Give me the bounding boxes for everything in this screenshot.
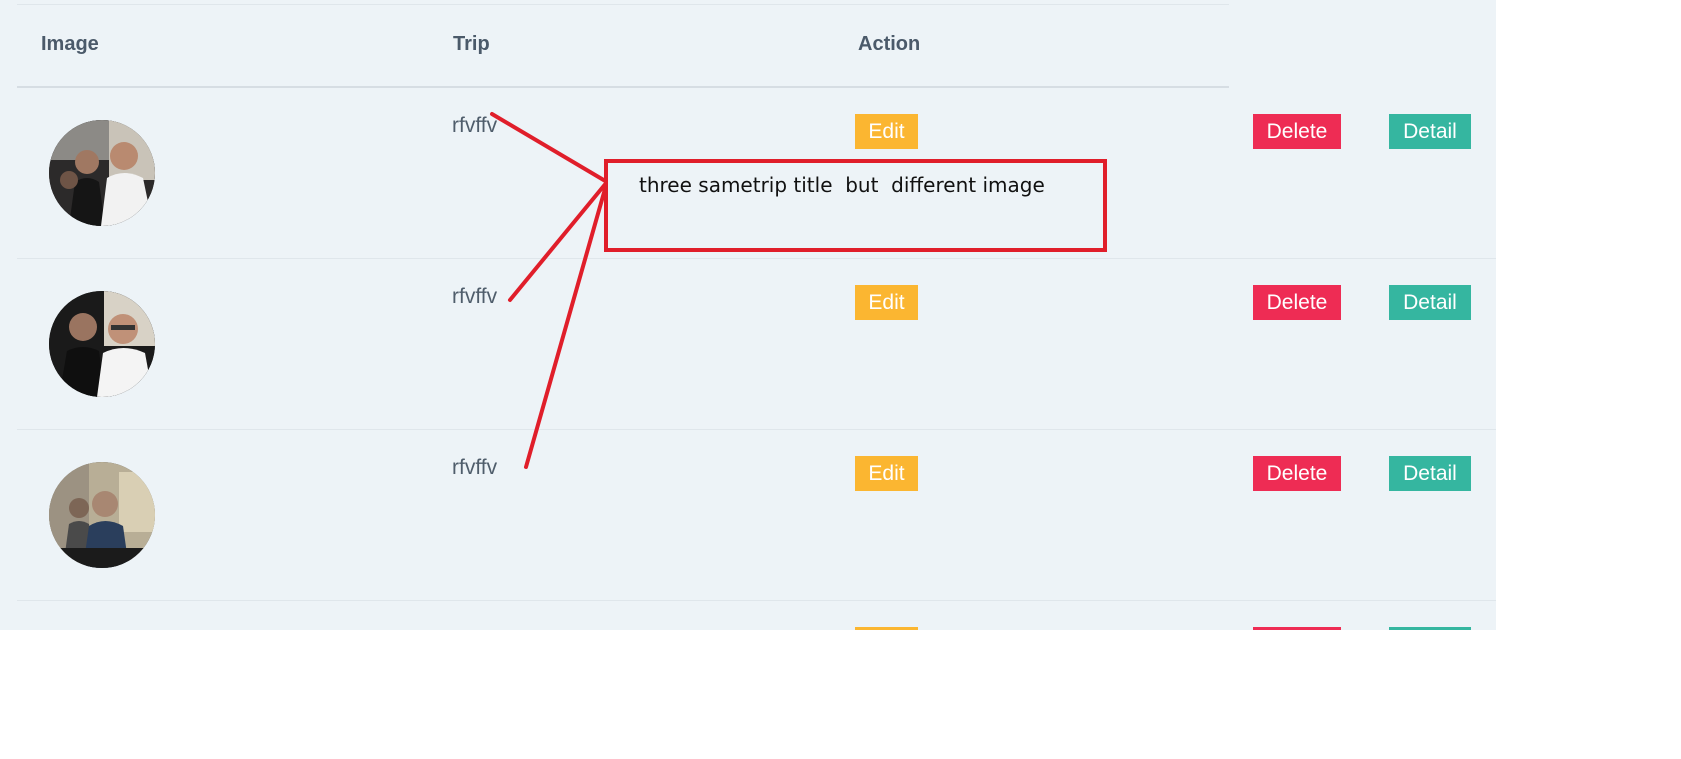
detail-button[interactable]: Detail (1389, 114, 1471, 149)
header-action: Action (858, 33, 921, 55)
annotation-text: three sametrip title but different image (639, 173, 1045, 197)
detail-button[interactable] (1389, 627, 1471, 630)
trip-table-panel: Image Trip Action rfvffv Edit Delete Det… (0, 0, 1496, 630)
delete-button[interactable] (1253, 627, 1341, 630)
edit-button[interactable]: Edit (855, 114, 918, 149)
trip-image (49, 291, 155, 397)
annotation-box: three sametrip title but different image (604, 159, 1107, 252)
trip-title: rfvffv (452, 285, 498, 308)
detail-button[interactable]: Detail (1389, 285, 1471, 320)
delete-button[interactable]: Delete (1253, 114, 1341, 149)
header-image: Image (41, 33, 99, 55)
delete-button[interactable]: Delete (1253, 456, 1341, 491)
header-trip: Trip (453, 33, 490, 55)
trip-title: rfvffv (452, 114, 498, 137)
delete-button[interactable]: Delete (1253, 285, 1341, 320)
trip-title: rfvffv (452, 456, 498, 479)
table-row: rfvffv Edit Delete Detail (17, 259, 1496, 430)
table-row: rfvffv Edit Delete Detail (17, 430, 1496, 601)
edit-button[interactable]: Edit (855, 456, 918, 491)
edit-button[interactable]: Edit (855, 285, 918, 320)
table-header: Image Trip Action (17, 0, 1229, 88)
table-row-partial (17, 601, 1496, 630)
trip-image (49, 462, 155, 568)
detail-button[interactable]: Detail (1389, 456, 1471, 491)
trip-image (49, 120, 155, 226)
edit-button[interactable] (855, 627, 918, 630)
